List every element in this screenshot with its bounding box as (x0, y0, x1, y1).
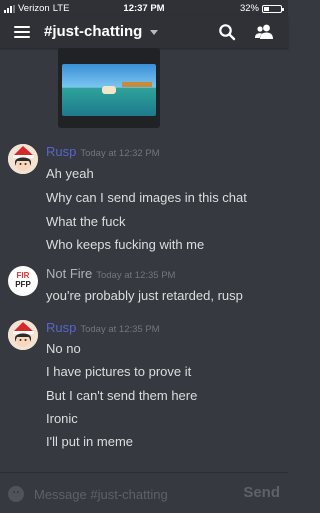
dock-shape (122, 82, 152, 87)
emoji-icon[interactable] (8, 486, 24, 502)
message-line: Ah yeah (46, 166, 94, 181)
message-input[interactable] (34, 485, 224, 503)
avatar-text-line: PFP (15, 280, 31, 289)
battery-icon (262, 4, 284, 13)
members-icon[interactable] (254, 23, 274, 41)
message-composer: Send (0, 472, 288, 513)
message-line: Who keeps fucking with me (46, 237, 205, 252)
message-line: Why can I send images in this chat (46, 190, 247, 205)
message-line: I have pictures to prove it (46, 364, 192, 379)
channel-header: #just-chatting (0, 16, 288, 48)
message-line: What the fuck (46, 214, 126, 229)
message-line: But I can't send them here (46, 388, 198, 403)
search-icon[interactable] (218, 23, 236, 41)
hamburger-menu-icon[interactable] (14, 26, 30, 38)
avatar[interactable] (8, 144, 38, 174)
battery-info: 32% (239, 3, 284, 14)
status-bar: Verizon LTE 12:37 PM 32% (0, 0, 288, 16)
message-line: you're probably just retarded, rusp (46, 288, 243, 303)
message-line: I'll put in meme (46, 434, 134, 449)
message-author[interactable]: Not Fire Today at 12:35 PM (46, 266, 175, 281)
boat-shape (102, 86, 116, 94)
author-name[interactable]: Rusp (46, 320, 76, 335)
message-timestamp: Today at 12:32 PM (80, 148, 160, 159)
avatar[interactable] (8, 320, 38, 350)
game-screenshot (62, 64, 156, 116)
chevron-down-icon[interactable] (150, 30, 158, 35)
author-name[interactable]: Rusp (46, 144, 76, 159)
avatar[interactable]: FIR PFP (8, 266, 38, 296)
message-timestamp: Today at 12:35 PM (96, 270, 176, 281)
santa-avatar-icon (8, 320, 38, 350)
send-button[interactable]: Send (243, 484, 280, 501)
message-line: No no (46, 341, 81, 356)
message-line: Ironic (46, 411, 78, 426)
message-author[interactable]: Rusp Today at 12:35 PM (46, 320, 160, 335)
author-name[interactable]: Not Fire (46, 266, 92, 281)
channel-title[interactable]: #just-chatting (44, 23, 142, 40)
avatar-text: FIR PFP (8, 266, 38, 289)
attached-image[interactable] (58, 48, 160, 128)
avatar-text-line: FIR (16, 271, 30, 280)
message-author[interactable]: Rusp Today at 12:32 PM (46, 144, 160, 159)
message-timestamp: Today at 12:35 PM (80, 324, 160, 335)
santa-avatar-icon (8, 144, 38, 174)
battery-percent: 32% (239, 3, 259, 14)
